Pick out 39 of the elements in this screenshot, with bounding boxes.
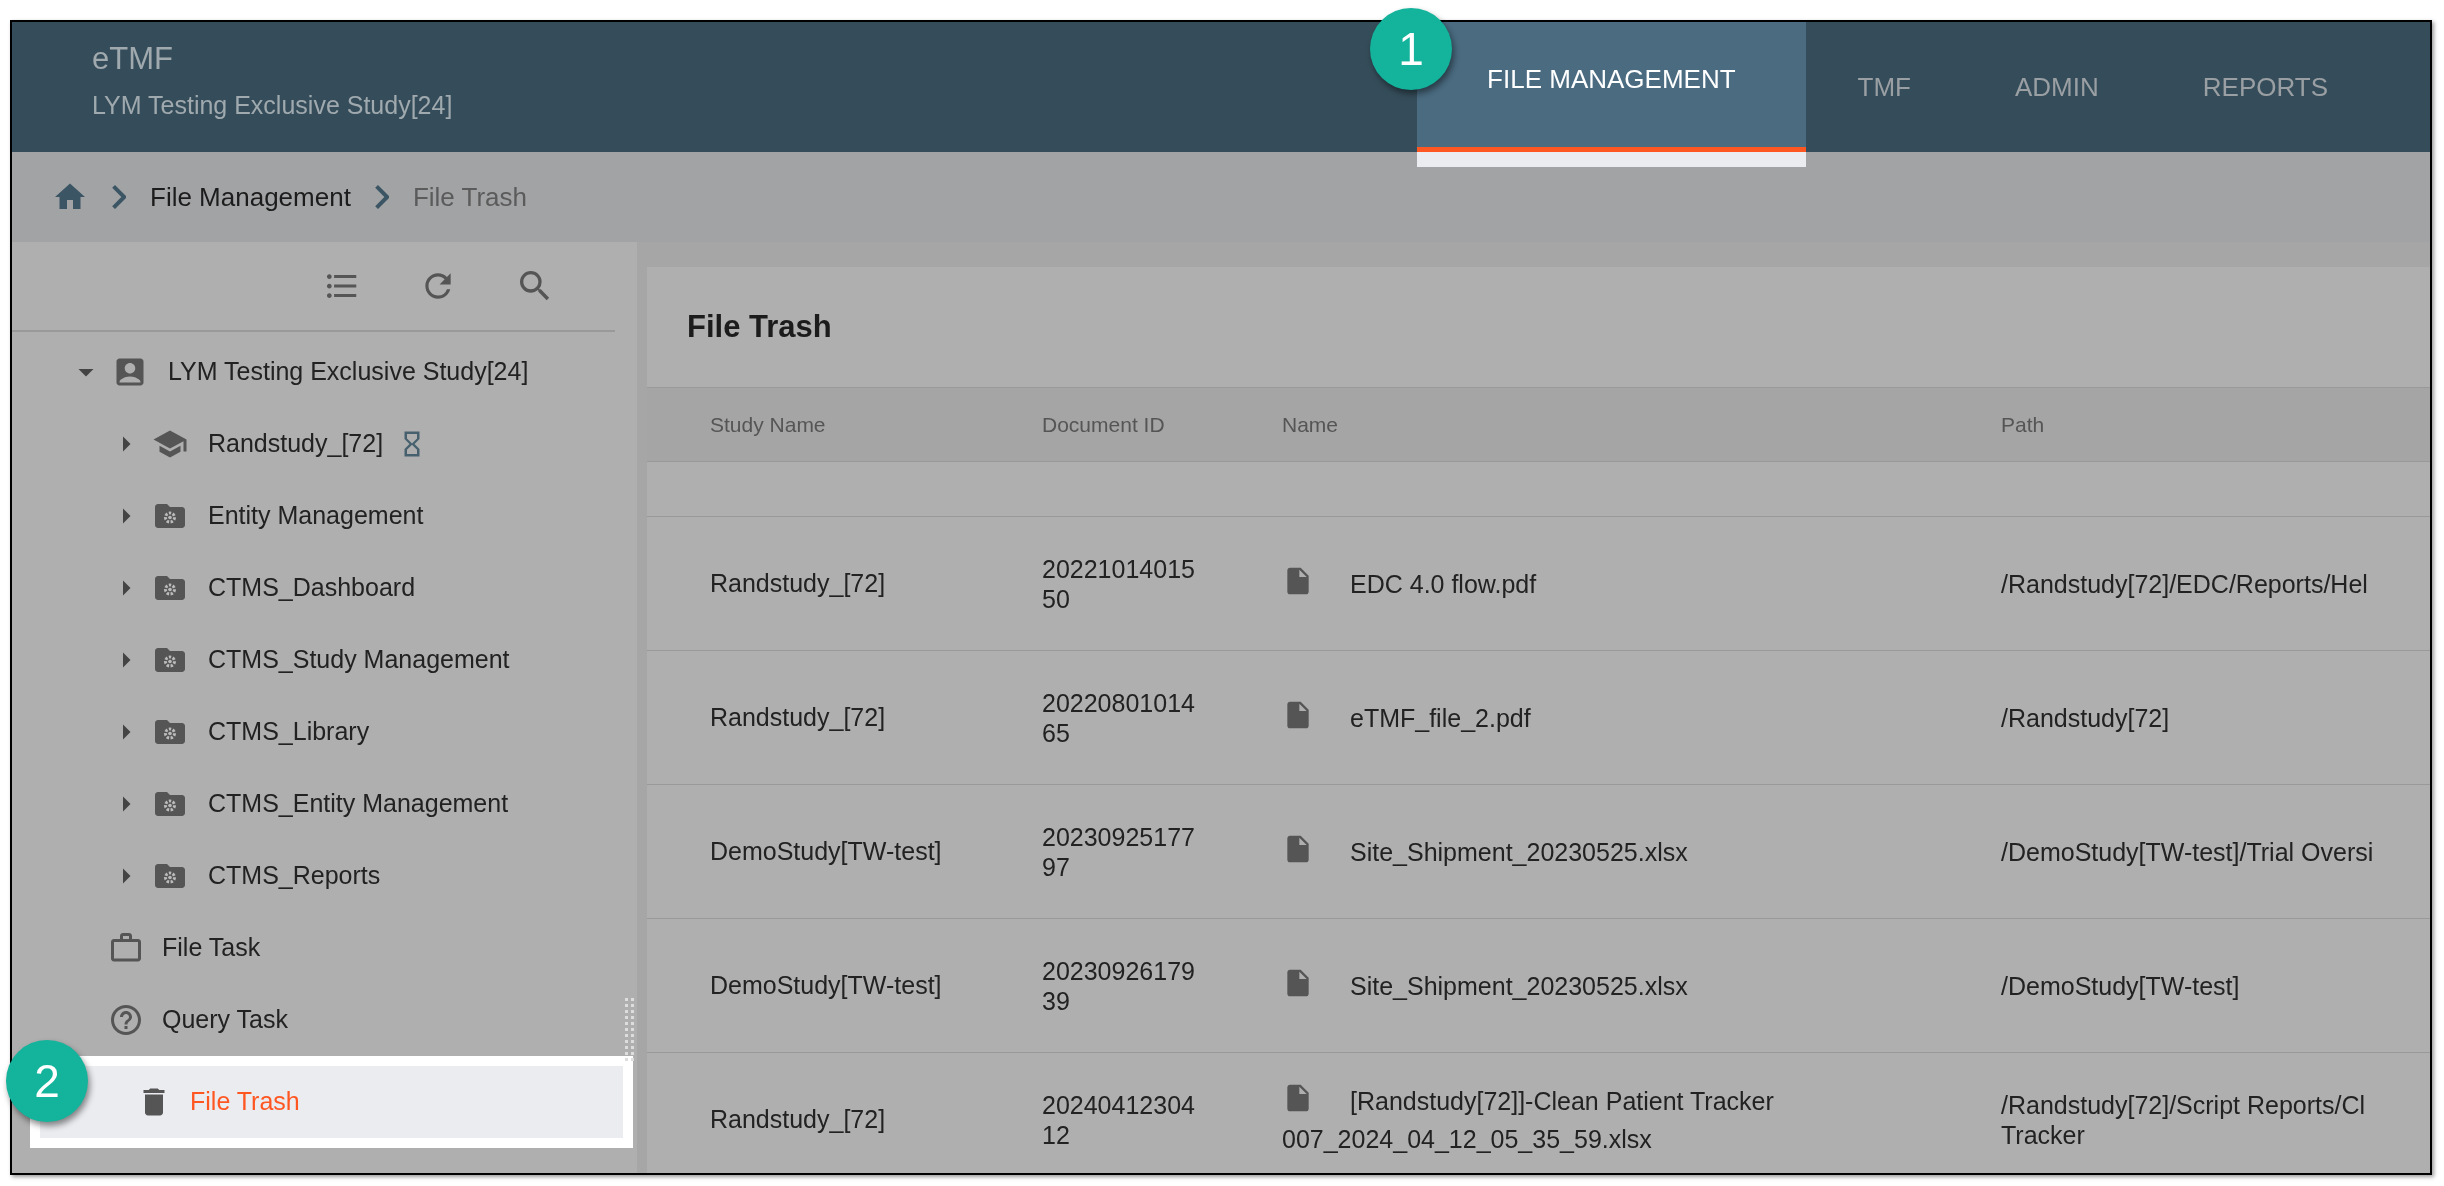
file-name-link[interactable]: Site_Shipment_20230525.xlsx [1282,966,1902,1005]
table-cell-text: 2022101401550 [1042,553,1196,614]
help-icon [108,1002,144,1038]
file-name-link[interactable]: [Randstudy[72]]-Clean Patient Tracker 007_2024_04_12_05_35_59.xlsx [1282,1081,1902,1158]
study-subtitle: LYM Testing Exclusive Study[24] [92,89,453,121]
table-cell-text: 2023092617939 [1042,955,1196,1016]
panel-title: File Trash [687,307,832,346]
table-cell-text: 2022080101465 [1042,687,1196,748]
file-name-link[interactable]: eTMF_file_2.pdf [1282,698,1902,737]
file-name-link[interactable]: Site_Shipment_20230525.xlsx [1282,832,1902,871]
resize-handle-icon[interactable] [625,998,635,1062]
table-cell-text: Randstudy_[72] [709,701,887,733]
breadcrumb-item[interactable]: File Management [150,177,351,217]
table-cell-text: Tracker [2001,1119,2086,1150]
table-cell-text: /DemoStudy[TW-test]/Trial Oversi [2001,836,2375,867]
tree-item[interactable]: CTMS_Reports [208,857,381,895]
table-cell-text: /Randstudy[72] [2001,702,2171,733]
chevron-right-icon [374,185,389,209]
chevron-right-icon [112,185,126,209]
table-cell-text: /DemoStudy[TW-test] [2001,970,2241,1001]
tree-item[interactable]: CTMS_Dashboard [208,569,416,607]
table-cell-text: Randstudy_[72] [709,1103,887,1135]
tree-item[interactable]: Entity Management [208,497,424,535]
tree-item[interactable]: LYM Testing Exclusive Study[24] [168,353,529,391]
nav-item[interactable]: File Task [12,912,637,984]
file-name-link[interactable]: EDC 4.0 flow.pdf [1282,564,1902,603]
table-cell-text: 2024041230412 [1042,1089,1196,1150]
table-cell-text: /Randstudy[72]/Script Reports/Cl [2001,1089,2367,1120]
table-cell-text: DemoStudy[TW-test] [709,969,943,1001]
table-cell-text: 2023092517797 [1042,821,1196,882]
table-cell-text: Randstudy_[72] [709,567,887,599]
tree-item[interactable]: CTMS_Entity Management [208,785,509,823]
tree-item[interactable]: CTMS_Study Management [208,641,510,679]
breadcrumb-item: File Trash [412,180,528,214]
table-cell-text: DemoStudy[TW-test] [709,835,943,867]
app-title: eTMF [92,40,174,78]
tree-item[interactable]: CTMS_Library [208,713,370,751]
table-cell-text: /Randstudy[72]/EDC/Reports/Hel [2001,568,2369,599]
tree-item[interactable]: Randstudy_[72] [208,425,384,463]
